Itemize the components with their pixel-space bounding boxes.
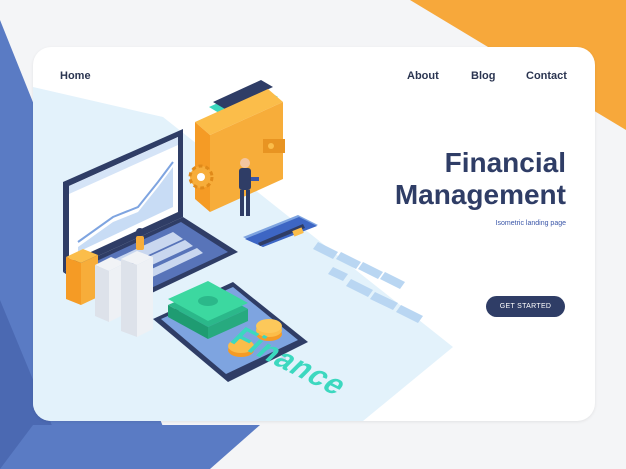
get-started-button[interactable]: GET STARTED xyxy=(486,296,565,317)
nav-contact-link[interactable]: Contact xyxy=(526,70,567,82)
gear-icon xyxy=(188,164,214,190)
landing-card: Finance Home About Blog Contact Financia… xyxy=(33,47,595,421)
nav-about-link[interactable]: About xyxy=(407,70,439,82)
bottom-blue-shape xyxy=(0,425,260,469)
title-line-2: Management xyxy=(394,179,566,210)
page-title: Financial Management xyxy=(363,147,566,211)
person-icon xyxy=(136,228,144,250)
title-line-1: Financial xyxy=(444,147,566,178)
page-subtitle: Isometric landing page xyxy=(495,220,566,227)
nav-blog-link[interactable]: Blog xyxy=(471,70,495,82)
nav-home-link[interactable]: Home xyxy=(60,70,91,82)
